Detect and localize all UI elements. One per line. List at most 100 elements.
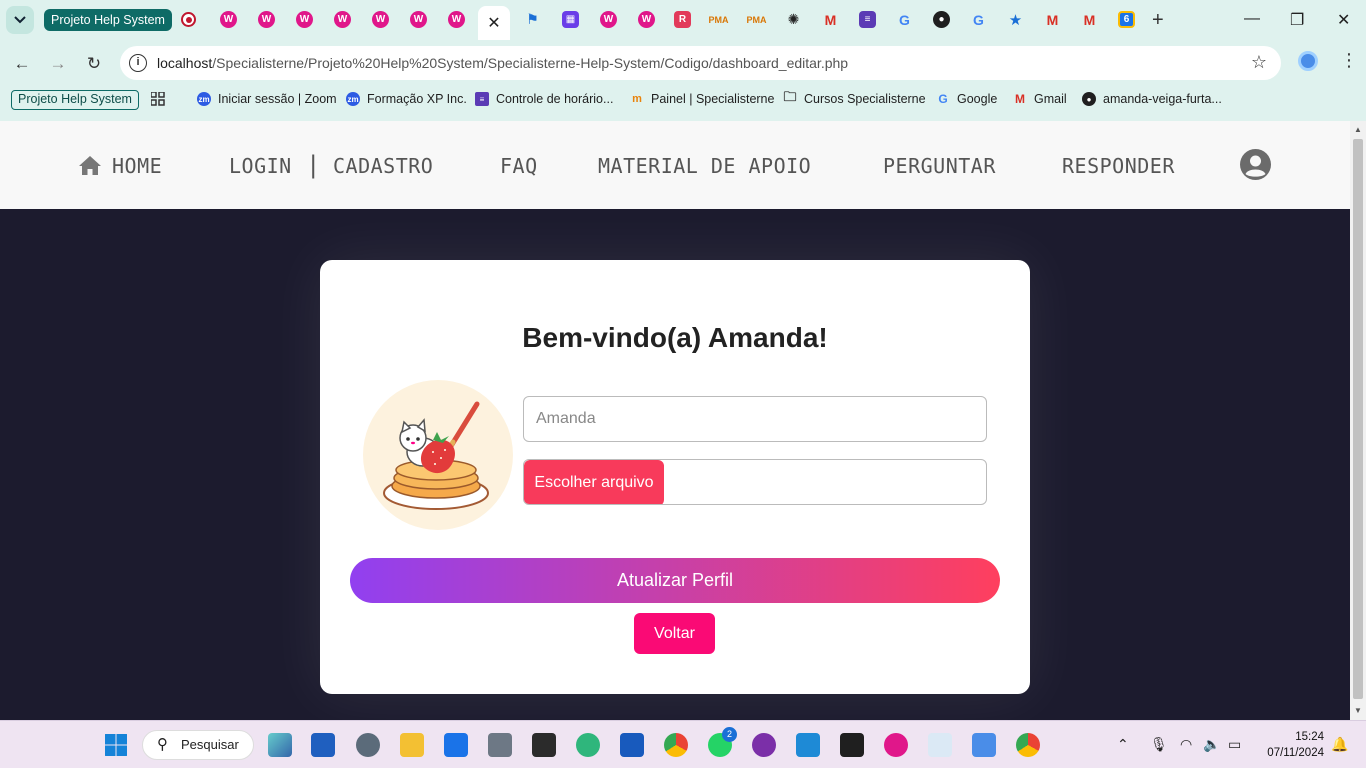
notification-bell-icon[interactable]: 🔔 [1331,736,1348,753]
taskbar-search[interactable]: ⚲ Pesquisar [142,730,254,760]
profile-card: Bem-vindo(a) Amanda! Esco [320,260,1030,694]
tab-favicon-wamp-icon[interactable]: W [448,11,465,28]
microsoft-store-icon[interactable] [311,733,335,757]
reload-icon[interactable]: ↻ [81,51,107,77]
tab-favicon-app-icon[interactable]: R [674,11,691,28]
scrollbar-thumb[interactable] [1353,139,1363,699]
tab-strip: Projeto Help System W W W W W W W ✕ ⚑ ▦ … [0,0,1366,40]
bookmark-google[interactable]: G Google [936,92,997,106]
tab-favicon-phpmyadmin-icon[interactable]: PMA [747,11,767,28]
tab-favicon-list-icon[interactable]: ≡ [859,11,876,28]
settings-gear-icon[interactable] [356,733,380,757]
bookmark-zoom[interactable]: zm Iniciar sessão | Zoom [197,92,337,106]
apps-grid-icon[interactable] [151,92,165,106]
calculator-icon[interactable] [488,733,512,757]
tab-favicon-gmail-icon[interactable]: M [822,11,839,28]
notepad-icon[interactable] [972,733,996,757]
tab-favicon-wamp-icon[interactable]: W [296,11,313,28]
nav-cadastro[interactable]: CADASTRO [333,154,433,178]
bookmark-cursos-specialisterne[interactable]: 🗀 Cursos Specialisterne [783,89,925,106]
snipping-tool-icon[interactable] [268,733,292,757]
tab-favicon-wamp-icon[interactable]: W [258,11,275,28]
close-window-icon[interactable]: ✕ [1337,10,1350,30]
back-button[interactable]: Voltar [634,613,715,654]
tab-favicon-google-icon[interactable]: G [970,11,987,28]
github-desktop-icon[interactable] [752,733,776,757]
tab-favicon-record-icon[interactable] [181,12,196,27]
system-clock[interactable]: 15:24 07/11/2024 [1258,729,1324,761]
nav-perguntar[interactable]: PERGUNTAR [883,154,996,178]
calendar-app-icon[interactable] [444,733,468,757]
terminal-icon[interactable] [532,733,556,757]
bookmark-painel-specialisterne[interactable]: m Painel | Specialisterne [630,92,774,106]
address-bar[interactable]: i localhost/Specialisterne/Projeto%20Hel… [120,46,1281,80]
microphone-icon[interactable]: 🎙 [1150,736,1168,753]
tab-favicon-flag-icon[interactable]: ⚑ [524,11,541,28]
tab-favicon-wamp-icon[interactable]: W [334,11,351,28]
nav-login[interactable]: LOGIN [229,154,292,178]
back-arrow-icon[interactable]: ← [9,51,35,77]
tab-favicon-wamp-icon[interactable]: W [372,11,389,28]
tab-favicon-chatgpt-icon[interactable]: ✺ [785,11,802,28]
new-tab-button[interactable]: + [1152,9,1164,32]
bookmarks-bar: Projeto Help System zm Iniciar sessão | Z… [0,86,1366,114]
tab-favicon-phpmyadmin-icon[interactable]: PMA [709,11,729,28]
wifi-icon[interactable]: ◠ [1180,736,1192,753]
file-explorer-icon[interactable] [400,733,424,757]
tab-favicon-calendar-icon[interactable]: ▦ [562,11,579,28]
url-text[interactable]: localhost/Specialisterne/Projeto%20Help%… [157,55,848,71]
tab-favicon-wamp-icon[interactable]: W [638,11,655,28]
restore-icon[interactable]: ❐ [1290,10,1304,30]
tab-favicon-gmail-icon[interactable]: M [1044,11,1061,28]
browser-menu-icon[interactable]: ⋮ [1340,50,1358,71]
bookmark-github[interactable]: ● amanda-veiga-furta... [1082,92,1222,106]
tab-favicon-wamp-icon[interactable]: W [410,11,427,28]
bookmark-formacao-xp[interactable]: zm Formação XP Inc. [346,92,467,106]
user-account-icon[interactable] [1240,149,1271,180]
maps-icon[interactable] [576,733,600,757]
welcome-heading: Bem-vindo(a) Amanda! [522,322,828,353]
choose-file-button[interactable]: Escolher arquivo [524,460,664,504]
tab-favicon-gmail-icon[interactable]: M [1081,11,1098,28]
bookmark-group-chip[interactable]: Projeto Help System [11,90,139,110]
site-info-icon[interactable]: i [129,54,147,72]
minimize-icon[interactable]: — [1244,10,1260,28]
page-scrollbar[interactable]: ▲ ▼ [1350,121,1366,720]
tray-overflow-chevron-icon[interactable]: ⌃ [1117,736,1129,753]
tab-favicon-wamp-icon[interactable]: W [600,11,617,28]
sticky-notes-icon[interactable] [840,733,864,757]
resource-monitor-icon[interactable] [928,733,952,757]
tab-favicon-google-icon[interactable]: G [896,11,913,28]
bookmark-controle-horario[interactable]: ≡ Controle de horário... [475,92,613,106]
update-profile-button[interactable]: Atualizar Perfil [350,558,1000,603]
tab-favicon-calendar-icon[interactable]: 6 [1118,11,1135,28]
nav-home[interactable]: HOME [78,154,162,178]
tab-favicon-star-icon[interactable]: ★ [1007,11,1024,29]
wampserver-icon[interactable] [884,733,908,757]
close-tab-icon[interactable]: ✕ [487,13,500,33]
scroll-up-arrow-icon[interactable]: ▲ [1354,125,1362,134]
tab-group-label[interactable]: Projeto Help System [44,9,172,31]
tab-search-button[interactable] [6,6,34,34]
windows-start-icon[interactable] [104,733,128,757]
word-icon[interactable] [620,733,644,757]
scroll-down-arrow-icon[interactable]: ▼ [1354,706,1362,715]
vscode-icon[interactable] [796,733,820,757]
extension-icon[interactable] [1298,51,1318,71]
nav-faq[interactable]: FAQ [500,154,538,178]
forward-arrow-icon[interactable]: → [45,51,71,77]
tab-favicon-wamp-icon[interactable]: W [220,11,237,28]
active-tab[interactable]: ✕ [478,6,510,40]
bookmark-star-icon[interactable]: ☆ [1251,52,1267,73]
volume-icon[interactable]: 🔈 [1203,736,1220,753]
site-navbar: HOME LOGIN | CADASTRO FAQ MATERIAL DE AP… [0,121,1350,209]
battery-icon[interactable]: ▭ [1228,736,1241,753]
bookmark-gmail[interactable]: M Gmail [1013,92,1067,106]
tab-favicon-github-icon[interactable]: ● [933,11,950,28]
profile-photo-file-input[interactable]: Escolher arquivo [523,459,987,505]
nav-material-de-apoio[interactable]: MATERIAL DE APOIO [598,154,811,178]
chrome-icon[interactable] [664,733,688,757]
name-input[interactable] [523,396,987,442]
chrome-profile-icon[interactable] [1016,733,1040,757]
nav-responder[interactable]: RESPONDER [1062,154,1175,178]
